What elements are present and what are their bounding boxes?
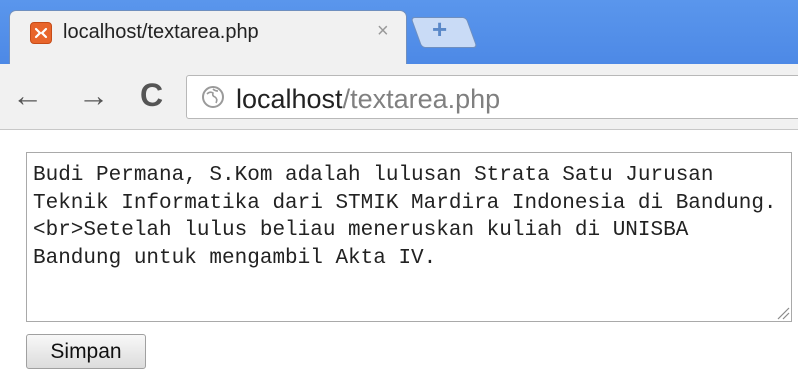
- text-area[interactable]: Budi Permana, S.Kom adalah lulusan Strat…: [26, 152, 792, 322]
- reload-icon[interactable]: C: [140, 79, 163, 111]
- submit-button[interactable]: Simpan: [26, 334, 146, 369]
- tab-title: localhost/textarea.php: [63, 21, 259, 43]
- resize-grip-icon[interactable]: [776, 306, 790, 320]
- tab-strip: localhost/textarea.php × +: [0, 0, 798, 64]
- plus-icon[interactable]: +: [432, 14, 447, 45]
- url-text[interactable]: localhost/textarea.php: [236, 84, 500, 115]
- url-path: /textarea.php: [342, 84, 501, 114]
- address-bar[interactable]: localhost/textarea.php: [186, 75, 798, 119]
- xampp-favicon-icon: [30, 22, 52, 44]
- close-icon[interactable]: ×: [377, 20, 389, 43]
- globe-icon: [202, 86, 224, 108]
- url-host: localhost: [236, 84, 343, 114]
- browser-toolbar: ← → C localhost/textarea.php: [0, 64, 798, 130]
- forward-arrow-icon[interactable]: →: [78, 80, 109, 111]
- back-arrow-icon[interactable]: ←: [12, 80, 43, 111]
